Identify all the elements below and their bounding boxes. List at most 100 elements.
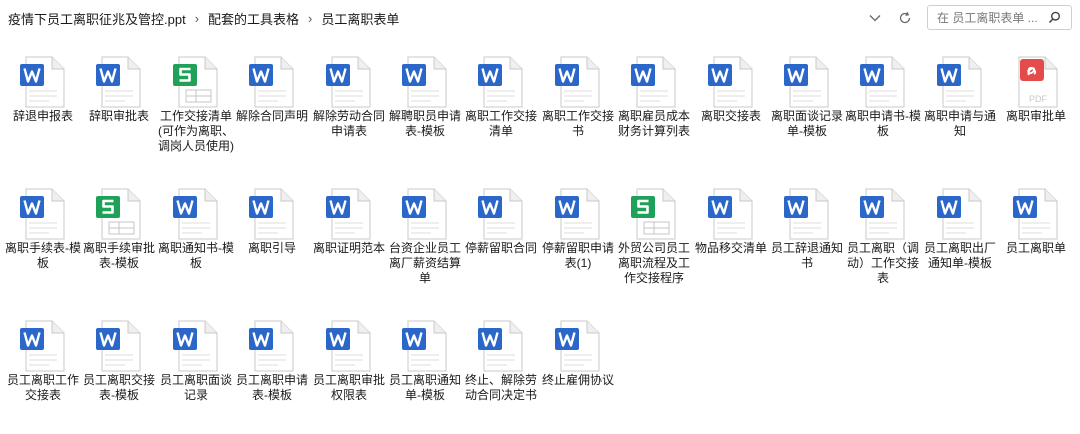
file-name: 员工离职（调动）工作交接表 bbox=[846, 241, 919, 285]
file-name: 员工离职通知单-模板 bbox=[388, 373, 461, 402]
file-item[interactable]: 终止雇佣协议 bbox=[540, 304, 616, 434]
file-name: 离职审批单 bbox=[1005, 109, 1066, 123]
file-name: 离职通知书-模板 bbox=[158, 241, 234, 270]
word-file-icon bbox=[96, 320, 141, 372]
word-file-icon bbox=[478, 188, 523, 240]
file-item[interactable]: PDF 离职审批单 bbox=[998, 40, 1074, 170]
word-file-icon bbox=[784, 188, 829, 240]
word-file-icon bbox=[326, 56, 371, 108]
file-item[interactable]: 员工离职通知单-模板 bbox=[387, 304, 463, 434]
word-file-icon bbox=[249, 56, 294, 108]
file-item[interactable]: 停薪留职合同 bbox=[463, 172, 539, 302]
word-file-icon bbox=[20, 320, 65, 372]
breadcrumb: 疫情下员工离职征兆及管控.ppt › 配套的工具表格 › 员工离职表单 bbox=[6, 0, 401, 36]
file-item[interactable]: 离职手续表-模板 bbox=[5, 172, 81, 302]
file-item[interactable]: 离职申请书-模板 bbox=[845, 40, 921, 170]
word-file-icon bbox=[708, 56, 753, 108]
file-item[interactable]: 停薪留职申请表(1) bbox=[540, 172, 616, 302]
file-name: 解除劳动合同申请表 bbox=[312, 109, 385, 138]
file-name: 停薪留职申请表(1) bbox=[541, 241, 614, 270]
spreadsheet-file-icon bbox=[173, 56, 218, 108]
chevron-down-icon bbox=[869, 15, 881, 22]
word-file-icon bbox=[937, 56, 982, 108]
file-item[interactable]: 员工离职交接表-模板 bbox=[81, 304, 157, 434]
file-name: 员工离职审批权限表 bbox=[312, 373, 385, 402]
file-item[interactable]: 离职面谈记录单-模板 bbox=[769, 40, 845, 170]
file-item[interactable]: 离职工作交接清单 bbox=[463, 40, 539, 170]
spreadsheet-file-icon bbox=[631, 188, 676, 240]
file-item[interactable]: 员工离职申请表-模板 bbox=[234, 304, 310, 434]
file-name: 员工离职面谈记录 bbox=[159, 373, 232, 402]
file-name: 离职工作交接书 bbox=[541, 109, 614, 138]
chevron-right-icon: › bbox=[194, 10, 200, 26]
file-name: 外贸公司员工离职流程及工作交接程序 bbox=[617, 241, 690, 285]
file-name: 离职申请书-模板 bbox=[845, 109, 921, 138]
file-name: 离职证明范本 bbox=[312, 241, 385, 255]
file-item[interactable]: 员工离职出厂通知单-模板 bbox=[922, 172, 998, 302]
breadcrumb-item-current[interactable]: 员工离职表单 bbox=[319, 9, 401, 28]
file-item[interactable]: 员工离职（调动）工作交接表 bbox=[845, 172, 921, 302]
search-box bbox=[927, 5, 1072, 30]
word-file-icon bbox=[96, 56, 141, 108]
word-file-icon bbox=[478, 320, 523, 372]
file-item[interactable]: 离职手续审批表-模板 bbox=[81, 172, 157, 302]
file-item[interactable]: 终止、解除劳动合同决定书 bbox=[463, 304, 539, 434]
word-file-icon bbox=[249, 188, 294, 240]
file-item[interactable]: 离职工作交接书 bbox=[540, 40, 616, 170]
file-item[interactable]: 解聘职员申请表-模板 bbox=[387, 40, 463, 170]
refresh-button[interactable] bbox=[896, 9, 914, 27]
file-name: 离职手续表-模板 bbox=[5, 241, 81, 270]
file-name: 终止雇佣协议 bbox=[541, 373, 614, 387]
file-name: 停薪留职合同 bbox=[464, 241, 537, 255]
breadcrumb-item-ppt[interactable]: 疫情下员工离职征兆及管控.ppt bbox=[6, 9, 188, 28]
file-name: 离职交接表 bbox=[700, 109, 761, 123]
file-name: 员工离职单 bbox=[1005, 241, 1066, 255]
file-name: 辞退申报表 bbox=[12, 109, 73, 123]
file-name: 台资企业员工离厂薪资结算单 bbox=[388, 241, 461, 285]
history-dropdown-button[interactable] bbox=[866, 9, 884, 27]
file-item[interactable]: 离职证明范本 bbox=[311, 172, 387, 302]
file-item[interactable]: 辞退申报表 bbox=[5, 40, 81, 170]
file-name: 员工辞退通知书 bbox=[770, 241, 843, 270]
word-file-icon bbox=[326, 188, 371, 240]
search-icon[interactable] bbox=[1048, 11, 1061, 24]
chevron-right-icon: › bbox=[308, 10, 313, 26]
search-input[interactable] bbox=[935, 9, 1049, 26]
file-name: 离职雇员成本财务计算列表 bbox=[617, 109, 690, 138]
file-item[interactable]: 员工辞退通知书 bbox=[769, 172, 845, 302]
file-name: 辞职审批表 bbox=[88, 109, 149, 123]
breadcrumb-item-tools[interactable]: 配套的工具表格 bbox=[206, 9, 301, 28]
word-file-icon bbox=[402, 56, 447, 108]
file-item[interactable]: 台资企业员工离厂薪资结算单 bbox=[387, 172, 463, 302]
file-item[interactable]: 辞职审批表 bbox=[81, 40, 157, 170]
file-name: 解聘职员申请表-模板 bbox=[388, 109, 461, 138]
file-item[interactable]: 离职通知书-模板 bbox=[158, 172, 234, 302]
word-file-icon bbox=[326, 320, 371, 372]
word-file-icon bbox=[555, 188, 600, 240]
word-file-icon bbox=[1013, 188, 1058, 240]
file-item[interactable]: 解除合同声明 bbox=[234, 40, 310, 170]
file-item[interactable]: 员工离职审批权限表 bbox=[311, 304, 387, 434]
file-name: 工作交接清单(可作为离职、调岗人员使用) bbox=[158, 109, 234, 153]
file-item[interactable]: 员工离职单 bbox=[998, 172, 1074, 302]
file-item[interactable]: 员工离职面谈记录 bbox=[158, 304, 234, 434]
file-item[interactable]: 离职交接表 bbox=[693, 40, 769, 170]
file-item[interactable]: 员工离职工作交接表 bbox=[5, 304, 81, 434]
word-file-icon bbox=[402, 320, 447, 372]
file-item[interactable]: 工作交接清单(可作为离职、调岗人员使用) bbox=[158, 40, 234, 170]
file-item[interactable]: 离职雇员成本财务计算列表 bbox=[616, 40, 692, 170]
file-name: 员工离职申请表-模板 bbox=[235, 373, 308, 402]
file-item[interactable]: 离职申请与通知 bbox=[922, 40, 998, 170]
file-item[interactable]: 外贸公司员工离职流程及工作交接程序 bbox=[616, 172, 692, 302]
file-item[interactable]: 离职引导 bbox=[234, 172, 310, 302]
file-item[interactable]: 解除劳动合同申请表 bbox=[311, 40, 387, 170]
word-file-icon bbox=[555, 56, 600, 108]
word-file-icon bbox=[478, 56, 523, 108]
file-item[interactable]: 物品移交清单 bbox=[693, 172, 769, 302]
file-name: 离职面谈记录单-模板 bbox=[770, 109, 843, 138]
word-file-icon bbox=[173, 320, 218, 372]
file-name: 离职手续审批表-模板 bbox=[82, 241, 155, 270]
pdf-file-icon: PDF bbox=[1018, 56, 1058, 108]
word-file-icon bbox=[20, 188, 65, 240]
file-name: 离职申请与通知 bbox=[923, 109, 996, 138]
